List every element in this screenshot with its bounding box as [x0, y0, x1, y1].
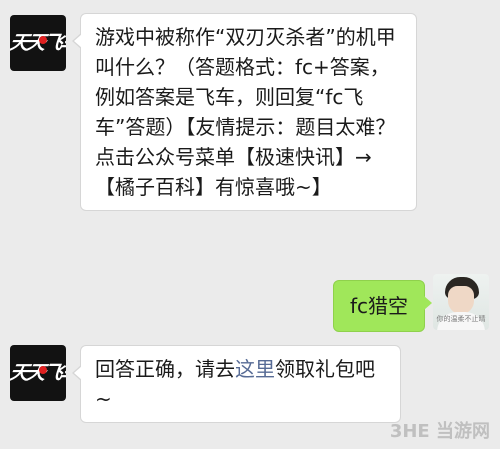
- user-avatar[interactable]: 你的温柔不止晴: [433, 274, 489, 330]
- face-shape: [448, 286, 474, 314]
- gift-link[interactable]: 这里: [235, 357, 275, 381]
- message-text: fc猎空: [350, 294, 409, 318]
- official-account-avatar-2[interactable]: 天天飞车: [10, 345, 66, 401]
- qq-speed-logo-icon: 天天飞车: [10, 32, 66, 54]
- logo-accent-dot: [39, 366, 47, 374]
- message-bubble-answer[interactable]: fc猎空: [333, 280, 433, 332]
- logo-accent-dot: [39, 36, 47, 44]
- message-bubble-question[interactable]: 游戏中被称作“双刃灭杀者”的机甲叫什么？（答题格式：fc+答案，例如答案是飞车，…: [72, 13, 417, 211]
- avatar-caption: 你的温柔不止晴: [436, 315, 486, 323]
- site-watermark: 3HE 当游网: [389, 421, 490, 442]
- message-text: 游戏中被称作“双刃灭杀者”的机甲叫什么？（答题格式：fc+答案，例如答案是飞车，…: [95, 25, 396, 199]
- message-bubble-reply[interactable]: 回答正确，请去这里领取礼包吧~: [72, 345, 401, 423]
- qq-speed-logo-icon: 天天飞车: [10, 362, 66, 384]
- message-text-before: 回答正确，请去: [95, 357, 235, 381]
- official-account-avatar[interactable]: 天天飞车: [10, 15, 66, 71]
